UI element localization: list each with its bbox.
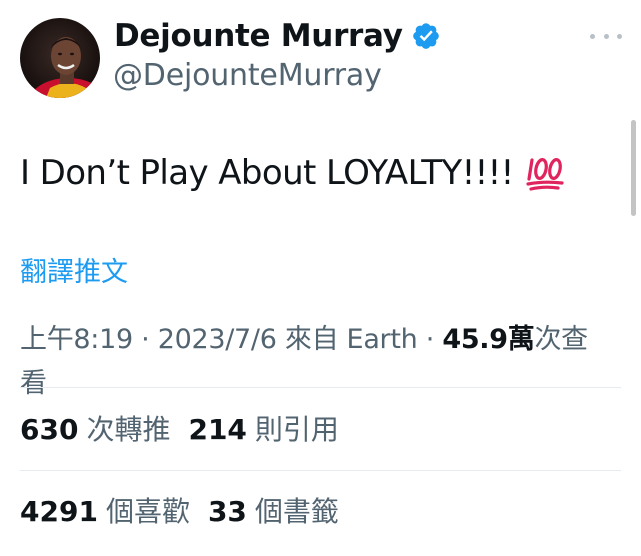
meta-separator: · (417, 324, 443, 355)
likes-stat[interactable]: 4291 個喜歡 (20, 490, 190, 530)
more-dot-icon (590, 33, 595, 39)
tweet-text-content: I Don’t Play About LOYALTY!!!! (20, 153, 514, 193)
tweet-time[interactable]: 上午8:19 (20, 324, 133, 355)
avatar[interactable] (20, 18, 100, 98)
more-dot-icon (603, 33, 609, 39)
divider (20, 470, 621, 471)
engagement-row: 630 次轉推 214 則引用 (20, 408, 357, 448)
divider (20, 387, 621, 388)
quotes-stat[interactable]: 214 則引用 (188, 408, 338, 448)
hundred-points-icon (526, 155, 566, 191)
display-name-row: Dejounte Murray (114, 12, 441, 60)
likes-count: 4291 (20, 495, 98, 528)
tweet-date[interactable]: 2023/7/6 (158, 324, 277, 355)
display-name[interactable]: Dejounte Murray (114, 18, 403, 54)
verified-badge-icon (411, 21, 441, 51)
retweets-label: 次轉推 (86, 413, 171, 446)
bookmarks-label: 個書籤 (254, 495, 339, 528)
tweet-source: 來自 Earth (284, 324, 418, 355)
more-dot-icon (617, 33, 622, 39)
meta-separator: · (132, 324, 158, 355)
retweets-stat[interactable]: 630 次轉推 (20, 408, 170, 448)
tweet-text: I Don’t Play About LOYALTY!!!! (20, 153, 566, 193)
tweet-detail: Dejounte Murray @DejounteMurray I Don’t … (0, 0, 641, 556)
scrollbar[interactable] (631, 120, 636, 216)
avatar-photo (20, 18, 100, 98)
tweet-metadata: 上午8:19 · 2023/7/6 來自 Earth · 45.9萬次查看 (20, 318, 610, 406)
likes-label: 個喜歡 (105, 495, 190, 528)
translate-tweet-link[interactable]: 翻譯推文 (20, 250, 128, 289)
user-handle[interactable]: @DejounteMurray (113, 58, 382, 93)
quotes-count: 214 (188, 413, 247, 446)
views-count: 45.9萬 (442, 324, 535, 355)
engagement-row: 4291 個喜歡 33 個書籤 (20, 490, 357, 530)
quotes-label: 則引用 (254, 413, 339, 446)
retweets-count: 630 (20, 413, 79, 446)
bookmarks-stat[interactable]: 33 個書籤 (208, 490, 339, 530)
more-options-button[interactable] (590, 28, 622, 44)
bookmarks-count: 33 (207, 495, 247, 528)
